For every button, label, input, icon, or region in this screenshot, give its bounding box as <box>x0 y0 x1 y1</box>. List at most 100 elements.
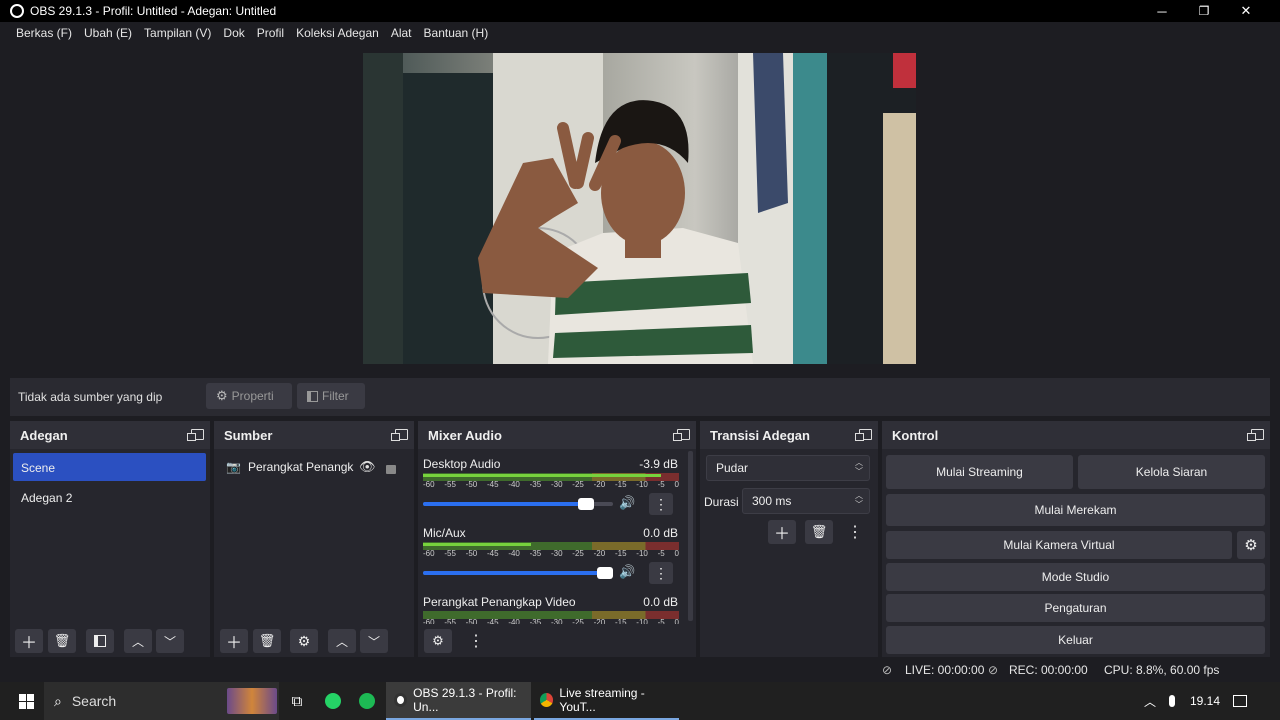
menu-file[interactable]: Berkas (F) <box>10 26 78 40</box>
filter-icon <box>307 390 318 402</box>
manage-broadcast-button[interactable]: Kelola Siaran <box>1078 455 1265 489</box>
meter-tick-label: -20 <box>593 618 606 624</box>
meter-tick-label: -50 <box>465 480 478 489</box>
menu-view[interactable]: Tampilan (V) <box>138 26 217 40</box>
meter-tick-label: -55 <box>444 618 456 624</box>
menu-help[interactable]: Bantuan (H) <box>418 26 495 40</box>
meter-tick-label: -55 <box>444 480 456 489</box>
scenes-title: Adegan <box>20 428 68 443</box>
remove-scene-button[interactable]: 🗑 <box>48 629 76 653</box>
channel-menu-button[interactable]: ⋮ <box>649 493 673 515</box>
microphone-tray-icon[interactable] <box>1164 682 1180 720</box>
add-transition-button[interactable]: ＋ <box>768 520 796 544</box>
cpu-fps: CPU: 8.8%, 60.00 fps <box>1104 663 1220 677</box>
maximize-button[interactable]: ❐ <box>1183 0 1225 22</box>
notifications-button[interactable] <box>1230 682 1250 720</box>
menu-docks[interactable]: Dok <box>217 26 250 40</box>
mixer-menu-button[interactable]: ⋮ <box>462 629 490 653</box>
stream-off-icon: ⊘ <box>882 663 893 677</box>
show-hidden-icons-button[interactable]: ︿ <box>1142 682 1158 720</box>
undock-icon[interactable] <box>391 429 408 441</box>
volume-slider-handle[interactable] <box>597 567 613 579</box>
obs-taskbar-button[interactable]: OBS 29.1.3 - Profil: Un... <box>386 682 531 720</box>
obs-task-label: OBS 29.1.3 - Profil: Un... <box>413 686 517 714</box>
minimize-button[interactable]: ─ <box>1141 0 1183 22</box>
meter-tick-label: -20 <box>593 549 606 558</box>
source-item[interactable]: 📷 Perangkat Penangk 👁 <box>224 459 409 477</box>
meter-scale: -60 -55 -50 -45 -40 -35 -30 -25 -20 -15 -10 -5 0 <box>423 480 679 490</box>
gear-icon: ⚙ <box>297 632 311 649</box>
volume-slider[interactable] <box>423 567 613 579</box>
duration-label: Durasi <box>704 495 739 509</box>
settings-button[interactable]: Pengaturan <box>886 594 1265 622</box>
menu-tools[interactable]: Alat <box>385 26 418 40</box>
speaker-icon[interactable]: 🔊 <box>619 564 635 580</box>
chevron-down-icon: ﹀ <box>367 634 380 649</box>
close-button[interactable]: ✕ <box>1225 0 1267 22</box>
obs-logo-icon <box>10 4 24 18</box>
channel-name: Mic/Aux <box>423 526 466 540</box>
whatsapp-taskbar-button[interactable] <box>322 682 344 720</box>
chrome-taskbar-button[interactable]: Live streaming - YouT... <box>534 682 679 720</box>
spin-arrows-icon: ︿ ﹀ <box>855 491 863 509</box>
meter-tick-label: -35 <box>529 618 542 624</box>
menu-scene-collection[interactable]: Koleksi Adegan <box>290 26 385 40</box>
spotify-taskbar-button[interactable] <box>356 682 378 720</box>
volume-slider-fill <box>423 571 613 575</box>
move-scene-down-button[interactable]: ﹀ <box>156 629 184 653</box>
studio-mode-button[interactable]: Mode Studio <box>886 563 1265 591</box>
controls-title: Kontrol <box>892 428 939 443</box>
undock-icon[interactable] <box>187 429 204 441</box>
scene-filters-button[interactable] <box>86 629 114 653</box>
start-button[interactable] <box>12 682 40 720</box>
add-source-button[interactable]: ＋ <box>220 629 248 653</box>
notification-icon <box>1233 695 1247 707</box>
mixer-scrollbar[interactable] <box>688 451 693 621</box>
meter-tick-label: -20 <box>593 480 606 489</box>
add-scene-button[interactable]: ＋ <box>15 629 43 653</box>
controls-dock-header: Kontrol <box>882 421 1270 449</box>
eye-icon[interactable]: 👁 <box>359 459 376 475</box>
scene-item[interactable]: Adegan 2 <box>13 483 206 511</box>
trash-icon: 🗑 <box>53 633 71 648</box>
duration-spinbox[interactable]: 300 ms ︿ ﹀ <box>742 488 870 514</box>
taskbar: ⌕ Search ⧉ OBS 29.1.3 - Profil: Un... Li… <box>0 682 1280 720</box>
exit-button[interactable]: Keluar <box>886 626 1265 654</box>
transition-type-select[interactable]: Pudar ︿ ﹀ <box>706 455 870 481</box>
camera-icon: 📷 <box>226 460 241 474</box>
task-view-button[interactable]: ⧉ <box>286 682 308 720</box>
advanced-audio-button[interactable]: ⚙ <box>424 629 452 653</box>
clock[interactable]: 19.14 <box>1190 682 1220 720</box>
volume-slider[interactable] <box>423 498 613 510</box>
rec-time: REC: 00:00:00 <box>1009 663 1088 677</box>
taskbar-search-box[interactable]: ⌕ Search <box>44 682 279 720</box>
filter-label: Filter <box>322 389 349 403</box>
move-source-down-button[interactable]: ﹀ <box>360 629 388 653</box>
filter-button[interactable]: Filter <box>297 383 365 409</box>
meter-tick-label: -40 <box>508 480 520 489</box>
move-scene-up-button[interactable]: ︿ <box>124 629 152 653</box>
menu-profile[interactable]: Profil <box>251 26 290 40</box>
preview-canvas[interactable] <box>363 53 916 364</box>
remove-transition-button[interactable]: 🗑 <box>805 520 833 544</box>
channel-menu-button[interactable]: ⋮ <box>649 562 673 584</box>
start-streaming-button[interactable]: Mulai Streaming <box>886 455 1073 489</box>
remove-source-button[interactable]: 🗑 <box>253 629 281 653</box>
undock-icon[interactable] <box>673 429 690 441</box>
virtual-camera-settings-button[interactable]: ⚙ <box>1237 531 1265 559</box>
speaker-icon[interactable]: 🔊 <box>619 495 635 511</box>
properties-button[interactable]: ⚙ Properti <box>206 383 292 409</box>
meter-tick-label: -55 <box>444 549 456 558</box>
mixer-channel-list: Desktop Audio -3.9 dB -60 -55 -50 -45 -40 -35… <box>418 449 686 624</box>
undock-icon[interactable] <box>855 429 872 441</box>
volume-slider-handle[interactable] <box>578 498 594 510</box>
lock-icon[interactable] <box>386 465 396 474</box>
start-virtual-camera-button[interactable]: Mulai Kamera Virtual <box>886 531 1232 559</box>
start-recording-button[interactable]: Mulai Merekam <box>886 494 1265 526</box>
transition-menu-button[interactable]: ⋮ <box>843 520 867 544</box>
undock-icon[interactable] <box>1247 429 1264 441</box>
menu-edit[interactable]: Ubah (E) <box>78 26 138 40</box>
scene-item[interactable]: Scene <box>13 453 206 481</box>
source-properties-button[interactable]: ⚙ <box>290 629 318 653</box>
move-source-up-button[interactable]: ︿ <box>328 629 356 653</box>
